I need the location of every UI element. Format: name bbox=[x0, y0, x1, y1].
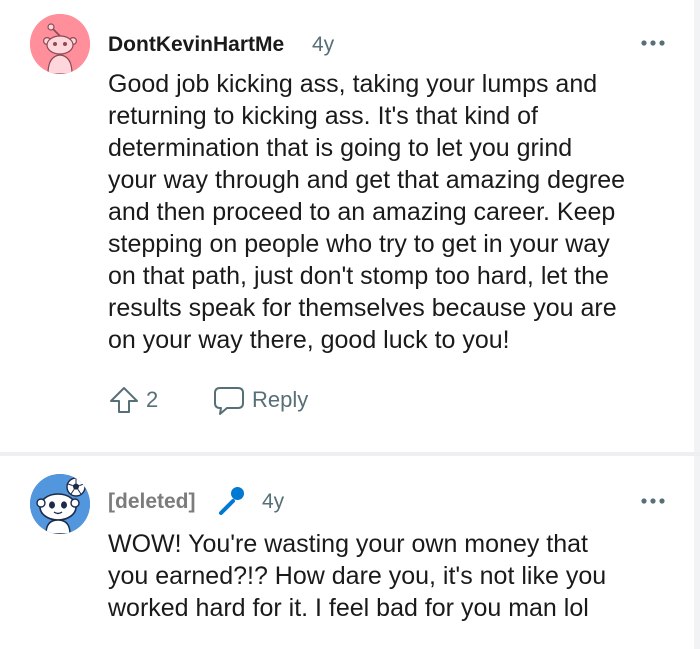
comment-body: WOW! You're wasting your own money that … bbox=[108, 530, 607, 622]
scrollbar-track bbox=[694, 0, 700, 649]
snoo-soccer-avatar-icon bbox=[30, 474, 90, 534]
upvote-icon[interactable] bbox=[108, 384, 140, 416]
reply-label: Reply bbox=[252, 387, 309, 412]
comment-bubble-icon bbox=[214, 387, 244, 415]
more-options-icon[interactable] bbox=[640, 36, 666, 50]
avatar[interactable] bbox=[30, 474, 90, 534]
comment-age: 4y bbox=[312, 33, 335, 56]
username-deleted: [deleted] bbox=[108, 490, 196, 513]
comment-actions: 2 Reply bbox=[108, 380, 308, 420]
snoo-avatar-icon bbox=[30, 14, 90, 74]
comment-body: Good job kicking ass, taking your lumps … bbox=[108, 70, 626, 354]
comment: DontKevinHartMe 4y Good job kicking ass,… bbox=[0, 0, 694, 452]
comment: [deleted] 4y WOW! You're wasting your ow… bbox=[0, 456, 694, 649]
avatar[interactable] bbox=[30, 14, 90, 74]
vote-count: 2 bbox=[146, 387, 159, 412]
microphone-icon bbox=[219, 487, 244, 515]
reply-button[interactable]: Reply bbox=[212, 384, 308, 416]
comment-age: 4y bbox=[262, 490, 285, 513]
username[interactable]: DontKevinHartMe bbox=[108, 33, 284, 57]
more-options-icon[interactable] bbox=[640, 494, 666, 508]
